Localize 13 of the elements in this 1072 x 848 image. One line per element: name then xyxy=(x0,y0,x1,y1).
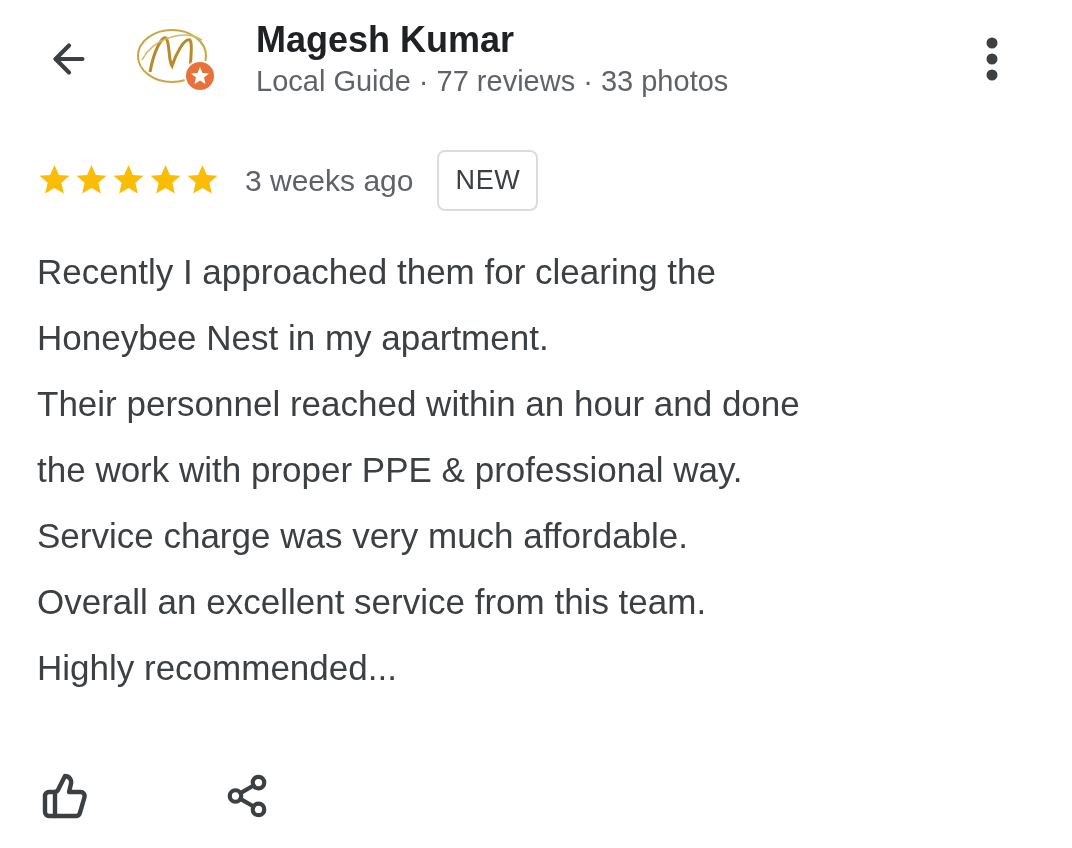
review-time: 3 weeks ago xyxy=(245,162,414,199)
more-vert-icon xyxy=(986,37,998,81)
review-text-line: Honeybee Nest in my apartment. xyxy=(37,316,550,359)
review-text-line: Their personnel reached within an hour and done xyxy=(37,382,801,425)
review-text-line: Overall an excellent service from this team. xyxy=(37,580,708,623)
review-text-line: Highly recommended... xyxy=(37,646,398,689)
new-label: NEW xyxy=(437,150,539,211)
review-text-line: Recently I approached them for clearing the xyxy=(37,250,717,293)
reviewer-name: Magesh Kumar xyxy=(256,18,516,62)
review-text-line: Service charge was very much affordable. xyxy=(37,514,690,557)
reviewer-details: Local Guide · 77 reviews · 33 photos xyxy=(256,64,730,99)
review-text-line: the work with proper PPE & professional way. xyxy=(37,448,744,491)
thumbs-up-icon xyxy=(41,771,89,820)
